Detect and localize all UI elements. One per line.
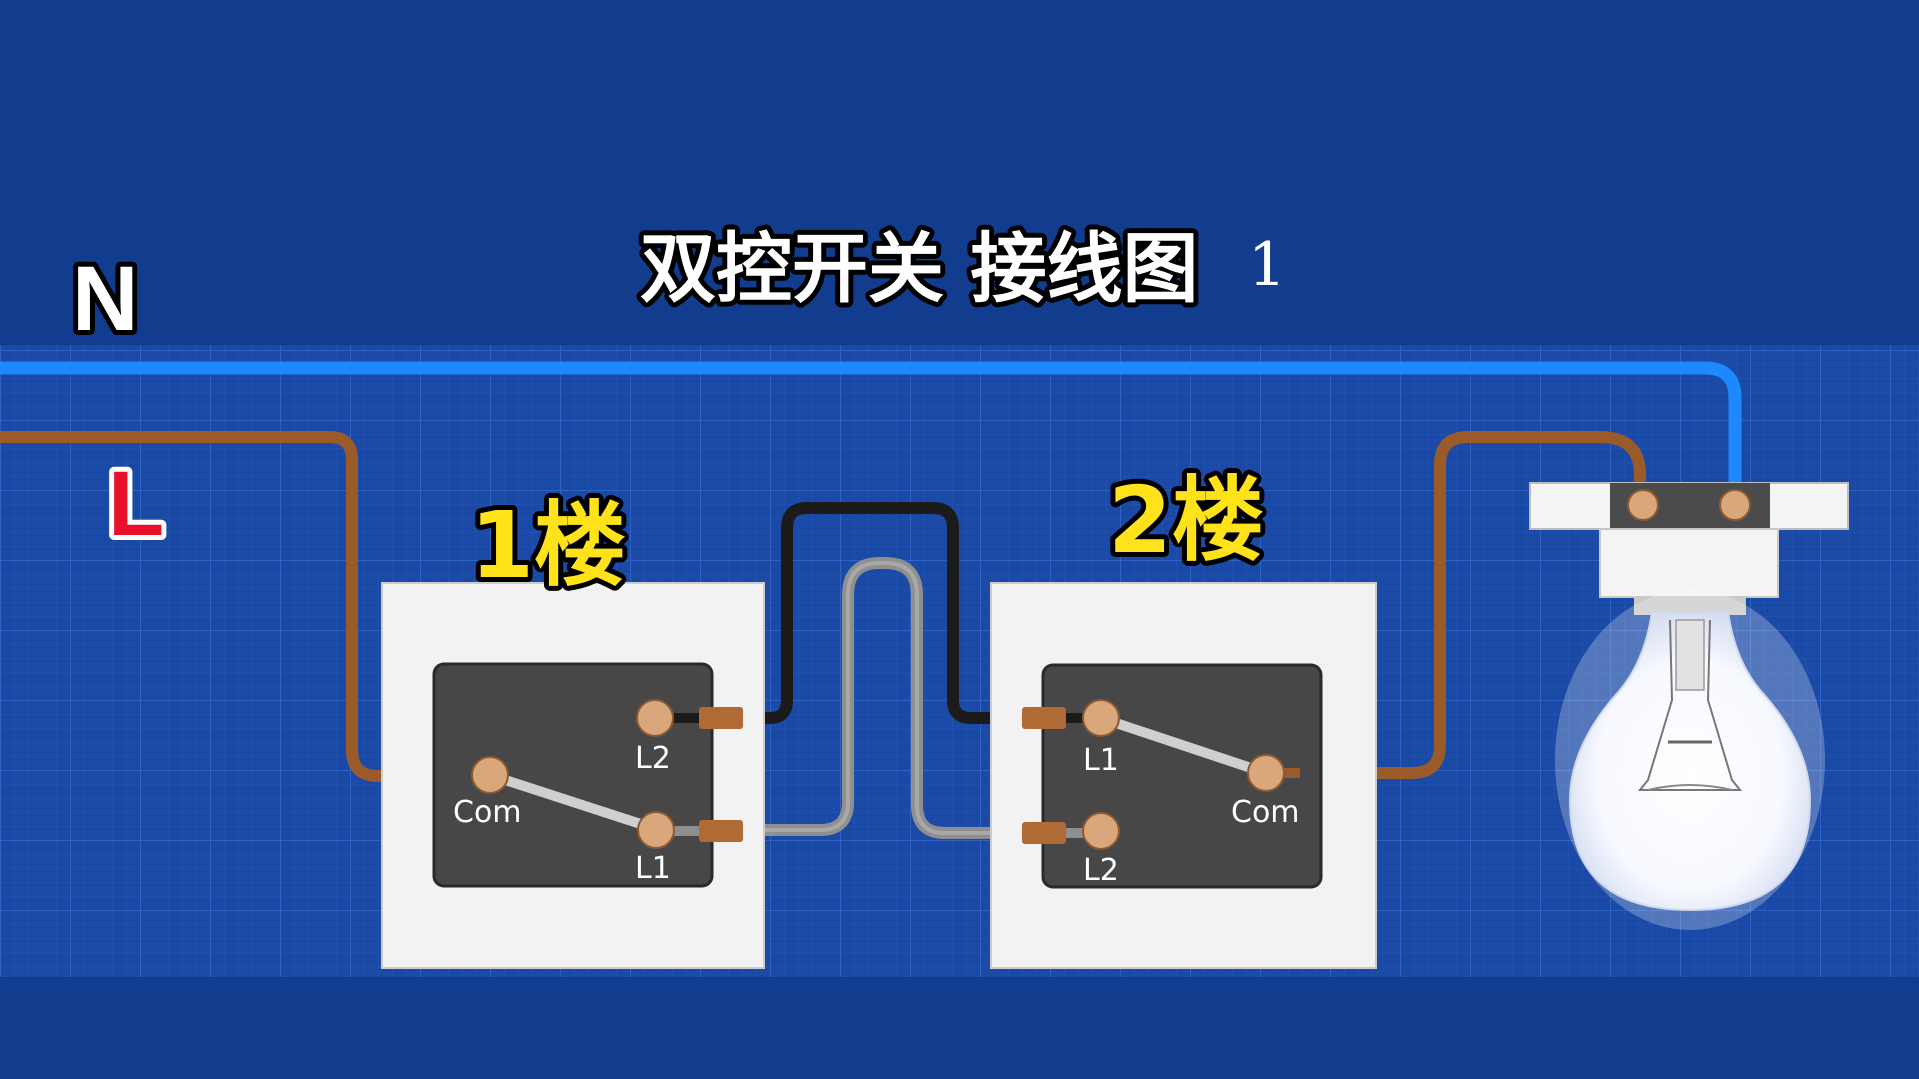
lamp-socket	[1599, 528, 1779, 598]
switch-2-ferrule-l2	[1022, 822, 1066, 844]
switch-1: Com L2 L1	[381, 582, 765, 969]
lamp-terminal-live	[1627, 489, 1659, 521]
switch-1-ferrule-l2	[699, 707, 743, 729]
switch-1-terminal-l2	[636, 699, 674, 737]
live-label: L	[108, 453, 164, 555]
switch-2-ferrule-l1	[1022, 707, 1066, 729]
switch-1-l2-label: L2	[635, 741, 671, 776]
switch-2-terminal-com	[1247, 754, 1285, 792]
diagram-title-suffix: 1	[1248, 230, 1286, 300]
switch-2-floor-label: 2楼	[1108, 467, 1264, 574]
neutral-label: N	[72, 248, 138, 350]
diagram-canvas: 双控开关 接线图 1 N L Com L2 L1 L1 Com L2 1楼 2楼	[0, 0, 1919, 1079]
switch-1-floor-label: 1楼	[470, 492, 626, 599]
switch-2-l2-label: L2	[1083, 853, 1119, 888]
switch-1-terminal-com	[471, 756, 509, 794]
lamp-terminal-neutral	[1719, 489, 1751, 521]
switch-1-ferrule-l1	[699, 820, 743, 842]
switch-1-l1-label: L1	[635, 851, 671, 886]
bottom-band	[0, 977, 1919, 1079]
switch-2-terminal-l1	[1082, 699, 1120, 737]
switch-1-terminal-l1	[637, 811, 675, 849]
diagram-title: 双控开关 接线图	[640, 224, 1198, 313]
switch-2-l1-label: L1	[1083, 743, 1119, 778]
wiring-diagram: 双控开关 接线图 1 N L Com L2 L1 L1 Com L2 1楼 2楼	[0, 0, 1919, 1079]
switch-2: L1 Com L2	[990, 582, 1377, 969]
switch-2-terminal-l2	[1082, 812, 1120, 850]
switch-2-com-label: Com	[1231, 795, 1300, 830]
switch-1-com-label: Com	[453, 795, 522, 830]
